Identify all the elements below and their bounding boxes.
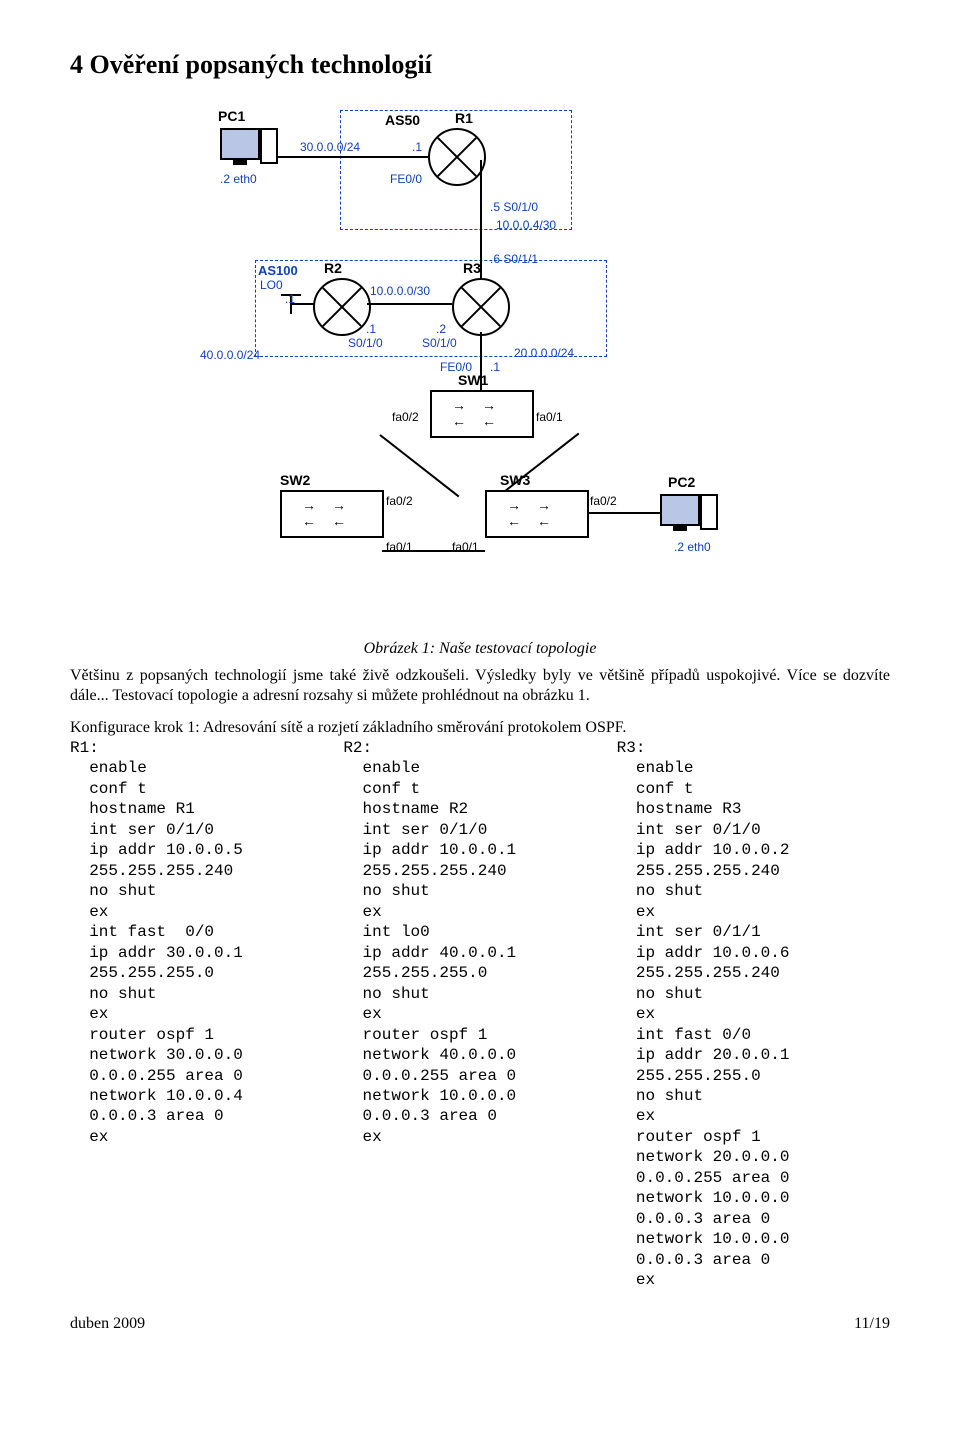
- network-diagram: AS50 AS100 PC1 30.0.0.0/24 .2 eth0 .1 FE…: [70, 100, 890, 630]
- sw2-icon: → → ← ←: [280, 490, 384, 538]
- sw3-icon: → → ← ←: [485, 490, 589, 538]
- pc2-eth: .2 eth0: [674, 540, 711, 554]
- r2-label: R2: [324, 260, 342, 276]
- col-r2: R2: enable conf t hostname R2 int ser 0/…: [343, 738, 616, 1291]
- col-r3: R3: enable conf t hostname R3 int ser 0/…: [617, 738, 890, 1291]
- r3-s010: S0/1/0: [422, 336, 457, 350]
- r2-dot1: .1: [366, 322, 376, 336]
- pc1-net: 30.0.0.0/24: [300, 140, 360, 154]
- sw2-fa02: fa0/2: [386, 494, 413, 508]
- lo0-dot1: .1: [285, 292, 295, 306]
- net40: 40.0.0.0/24: [200, 348, 260, 362]
- pc2-icon: [660, 494, 700, 526]
- r1-icon: [428, 128, 486, 186]
- link-sw2-sw3: [382, 550, 485, 552]
- pc1-icon: [220, 128, 260, 160]
- sw3-label: SW3: [500, 472, 530, 488]
- as100-label: AS100: [258, 263, 298, 278]
- figure-caption: Obrázek 1: Naše testovací topologie: [70, 640, 890, 658]
- r3-dot2: .2: [436, 322, 446, 336]
- col-r1-body: enable conf t hostname R1 int ser 0/1/0 …: [70, 759, 243, 1145]
- col-r2-head: R2:: [343, 739, 372, 757]
- r2-s010: S0/1/0: [348, 336, 383, 350]
- r3-dot1-down: .1: [490, 360, 500, 374]
- sw2-label: SW2: [280, 472, 310, 488]
- r1-fe00: FE0/0: [390, 172, 422, 186]
- col-r3-head: R3:: [617, 739, 646, 757]
- col-r1: R1: enable conf t hostname R1 int ser 0/…: [70, 738, 343, 1291]
- link-r2-r3: [367, 303, 452, 305]
- sw1-icon: → → ← ←: [430, 390, 534, 438]
- footer-date: duben 2009: [70, 1315, 145, 1333]
- pc1-label: PC1: [218, 108, 245, 124]
- r3-label: R3: [463, 260, 481, 276]
- r1-dot1-left: .1: [412, 140, 422, 154]
- r1-s010-dot5: .5 S0/1/0: [490, 200, 538, 214]
- col-r1-head: R1:: [70, 739, 99, 757]
- sw1-fa01: fa0/1: [536, 410, 563, 424]
- as50-label: AS50: [385, 112, 420, 128]
- net-10-4: 10.0.0.4/30: [496, 218, 556, 232]
- r2-icon: [313, 278, 371, 336]
- paragraph-1: Většinu z popsaných technologií jsme tak…: [70, 666, 890, 706]
- link-sw1-sw2: [379, 434, 459, 497]
- link-sw3-pc2: [587, 512, 662, 514]
- page-heading: 4 Ověření popsaných technologií: [70, 50, 890, 80]
- r3-dot6-s011: .6 S0/1/1: [490, 252, 538, 266]
- config-columns: R1: enable conf t hostname R1 int ser 0/…: [70, 738, 890, 1291]
- pc2-label: PC2: [668, 474, 695, 490]
- sw1-label: SW1: [458, 372, 488, 388]
- paragraph-2: Konfigurace krok 1: Adresování sítě a ro…: [70, 718, 890, 738]
- sw3-fa02-top: fa0/2: [590, 494, 617, 508]
- page-footer: duben 2009 11/19: [70, 1315, 890, 1333]
- col-r2-body: enable conf t hostname R2 int ser 0/1/0 …: [343, 759, 516, 1145]
- r3-icon: [452, 278, 510, 336]
- footer-page: 11/19: [854, 1315, 890, 1333]
- net20: 20.0.0.0/24: [514, 346, 574, 360]
- link-pc1-r1: [278, 156, 428, 158]
- sw1-fa02: fa0/2: [392, 410, 419, 424]
- col-r3-body: enable conf t hostname R3 int ser 0/1/0 …: [617, 759, 790, 1289]
- net10-0: 10.0.0.0/30: [370, 284, 430, 298]
- pc1-eth: .2 eth0: [220, 172, 257, 186]
- lo0-label: LO0: [260, 278, 283, 292]
- r1-label: R1: [455, 110, 473, 126]
- diagram-canvas: AS50 AS100 PC1 30.0.0.0/24 .2 eth0 .1 FE…: [200, 100, 760, 630]
